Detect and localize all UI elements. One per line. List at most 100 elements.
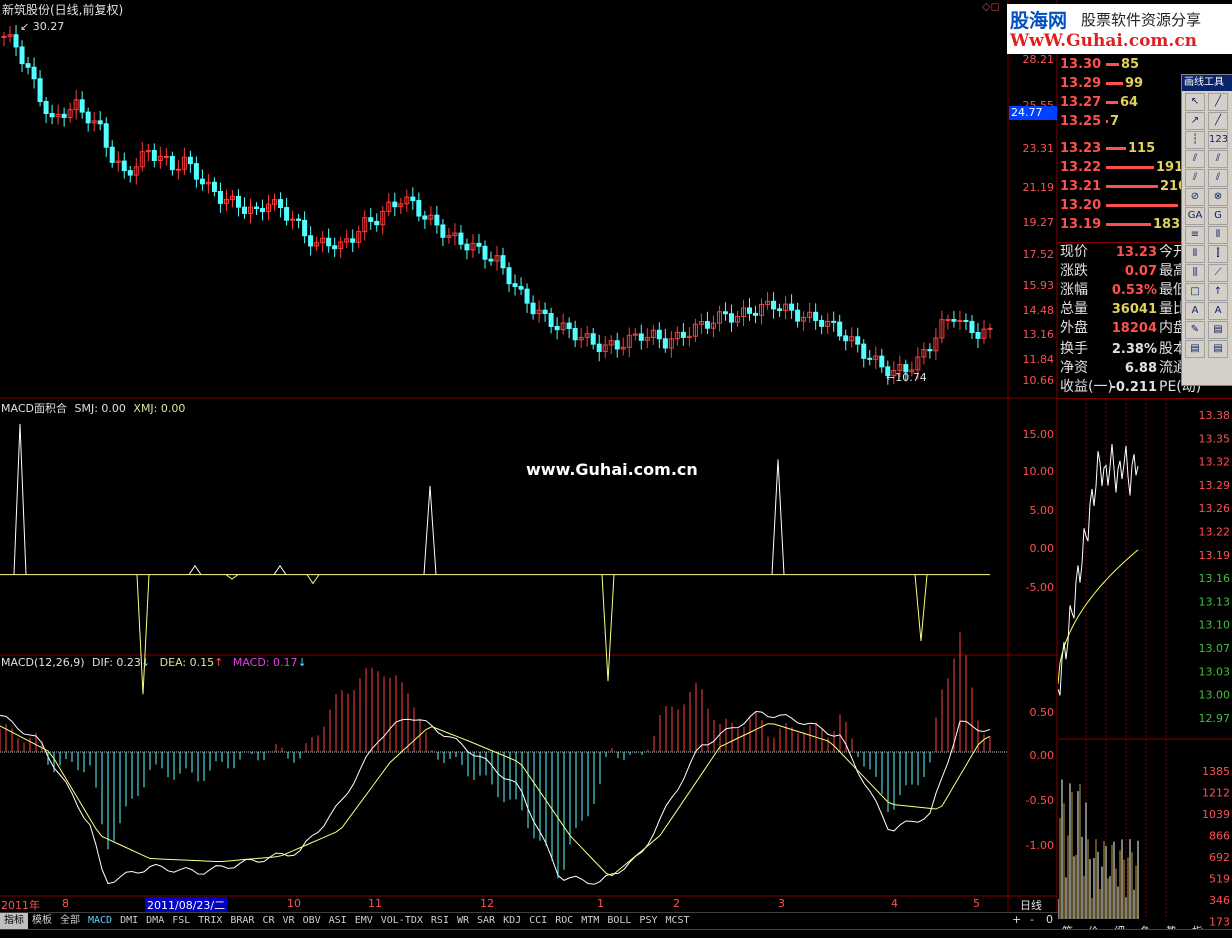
zoom-in-button[interactable]: + [1012, 913, 1021, 926]
draw-tool-icon[interactable]: □ [1185, 283, 1205, 301]
tab-trix[interactable]: TRIX [194, 913, 226, 929]
area-spike [601, 574, 615, 682]
candle-body [127, 170, 133, 176]
tab-kdj[interactable]: KDJ [499, 913, 525, 929]
draw-tool-icon[interactable]: ⫿ [1208, 245, 1228, 263]
tab-vol-tdx[interactable]: VOL-TDX [377, 913, 427, 929]
draw-tool-icon[interactable]: ⫽ [1208, 150, 1228, 168]
draw-tool-icon[interactable]: ⫽ [1208, 169, 1228, 187]
candle-body [662, 338, 668, 349]
candle-body [530, 302, 536, 315]
drawing-toolbox[interactable]: 画线工具 ↖ ╱ ↗ ╱ ┆ 123 ⫽ ⫽ ⫽ ⫽ ⊘ ⊗ GA G ≡ ⫴ ⫴ ⫿ ⫼ ⟋ □ ↑ A A ✎ ▤ ▤ ▤ [1181, 74, 1232, 386]
draw-tool-icon[interactable]: ↑ [1208, 283, 1228, 301]
info-label: 总量 [1060, 301, 1088, 317]
period-label[interactable]: 日线 [1020, 897, 1042, 913]
intraday-tab[interactable]: 价 [1088, 925, 1099, 929]
tab-全部[interactable]: 全部 [56, 913, 84, 929]
draw-tool-icon[interactable]: ╱ [1208, 93, 1228, 111]
draw-tool-icon[interactable]: ⊗ [1208, 188, 1228, 206]
candle-body [85, 111, 91, 124]
tab-psy[interactable]: PSY [635, 913, 661, 929]
draw-tool-icon[interactable]: ⫴ [1185, 245, 1205, 263]
window-controls-icon[interactable]: ◇◻ [982, 0, 1000, 13]
tab-obv[interactable]: OBV [299, 913, 325, 929]
intraday-tab[interactable]: 鱼 [1140, 924, 1151, 929]
tab-boll[interactable]: BOLL [603, 913, 635, 929]
tab-brar[interactable]: BRAR [226, 913, 258, 929]
draw-tool-icon[interactable]: ⫴ [1208, 226, 1228, 244]
tab-fsl[interactable]: FSL [168, 913, 194, 929]
intraday-tab[interactable]: 细 [1114, 925, 1125, 929]
macd-arrow-icon: ↓ [297, 656, 307, 669]
candle-body [482, 245, 488, 260]
tab-rsi[interactable]: RSI [427, 913, 453, 929]
order-volume-bar [1106, 223, 1151, 226]
draw-tool-icon[interactable]: G [1208, 207, 1228, 225]
candle-body [722, 311, 728, 315]
candle-body [458, 232, 464, 245]
candle-body [109, 146, 115, 163]
price-axis-label: 14.48 [1023, 304, 1055, 317]
panel2-axis-label: -5.00 [1026, 581, 1054, 594]
intraday-price-label: 13.29 [1199, 479, 1231, 492]
draw-tool-icon[interactable]: ⫽ [1185, 150, 1205, 168]
draw-tool-icon[interactable]: ⫽ [1185, 169, 1205, 187]
quote-info-row: 外盘 18204 内盘 [1060, 319, 1187, 338]
draw-tool-icon[interactable]: 123 [1208, 131, 1228, 149]
draw-tool-icon[interactable]: ▤ [1185, 340, 1205, 358]
tab-mcst[interactable]: MCST [661, 913, 693, 929]
tab-asi[interactable]: ASI [325, 913, 351, 929]
draw-tool-icon[interactable]: ↖ [1185, 93, 1205, 111]
tab-emv[interactable]: EMV [351, 913, 377, 929]
draw-tool-icon[interactable]: ▤ [1208, 340, 1228, 358]
draw-tool-icon[interactable]: ╱ [1208, 112, 1228, 130]
candle-body [963, 319, 969, 322]
tab-vr[interactable]: VR [279, 913, 299, 929]
candle-body [512, 283, 518, 288]
draw-tool-icon[interactable]: A [1208, 302, 1228, 320]
candle-body [975, 332, 981, 339]
intraday-chart[interactable]: 13.38 13.35 13.32 13.29 13.26 13.22 13.19 13.16… [1058, 399, 1232, 929]
tab-指标[interactable]: 指标 [0, 913, 28, 929]
zoom-out-button[interactable]: - [1030, 913, 1034, 926]
price-axis-label: 15.93 [1023, 279, 1055, 292]
main-chart[interactable]: 28.2125.5523.3121.1919.2717.5215.9314.48… [0, 0, 1058, 912]
intraday-price-label: 13.19 [1199, 549, 1231, 562]
intraday-tab[interactable]: 势 [1166, 925, 1177, 929]
zoom-reset-button[interactable]: 0 [1046, 913, 1053, 926]
draw-tool-icon[interactable]: GA [1185, 207, 1205, 225]
order-price: 13.27 [1060, 95, 1102, 110]
candle-body [392, 201, 398, 208]
panel3-axis-label: -1.00 [1026, 839, 1054, 852]
draw-tool-icon[interactable]: ⊘ [1185, 188, 1205, 206]
draw-tool-icon[interactable]: ✎ [1185, 321, 1205, 339]
quote-info-row: 净资 6.88 流通 [1060, 359, 1187, 378]
draw-tool-icon[interactable]: ≡ [1185, 226, 1205, 244]
candle-body [867, 357, 873, 360]
tab-dmi[interactable]: DMI [116, 913, 142, 929]
draw-tool-icon[interactable]: ┆ [1185, 131, 1205, 149]
tab-wr[interactable]: WR [453, 913, 473, 929]
tab-cci[interactable]: CCI [525, 913, 551, 929]
candle-body [284, 207, 290, 221]
intraday-tab[interactable]: 笔 [1062, 924, 1073, 929]
intraday-tab[interactable]: 指 [1192, 924, 1203, 929]
candle-body [440, 224, 446, 238]
draw-tool-icon[interactable]: ⫼ [1185, 264, 1205, 282]
draw-tool-icon[interactable]: ↗ [1185, 112, 1205, 130]
tab-dma[interactable]: DMA [142, 913, 168, 929]
draw-tool-icon[interactable]: A [1185, 302, 1205, 320]
tab-roc[interactable]: ROC [551, 913, 577, 929]
tab-模板[interactable]: 模板 [28, 913, 56, 929]
tab-sar[interactable]: SAR [473, 913, 499, 929]
order-price: 13.20 [1060, 198, 1102, 213]
tab-mtm[interactable]: MTM [577, 913, 603, 929]
tab-macd[interactable]: MACD [84, 913, 116, 929]
tab-cr[interactable]: CR [258, 913, 278, 929]
draw-tool-icon[interactable]: ▤ [1208, 321, 1228, 339]
area-spike [188, 564, 202, 575]
order-book-row: 13.23 115 [1060, 139, 1155, 158]
intraday-price-label: 13.10 [1199, 619, 1231, 632]
candle-body [1, 35, 7, 38]
draw-tool-icon[interactable]: ⟋ [1208, 264, 1228, 282]
